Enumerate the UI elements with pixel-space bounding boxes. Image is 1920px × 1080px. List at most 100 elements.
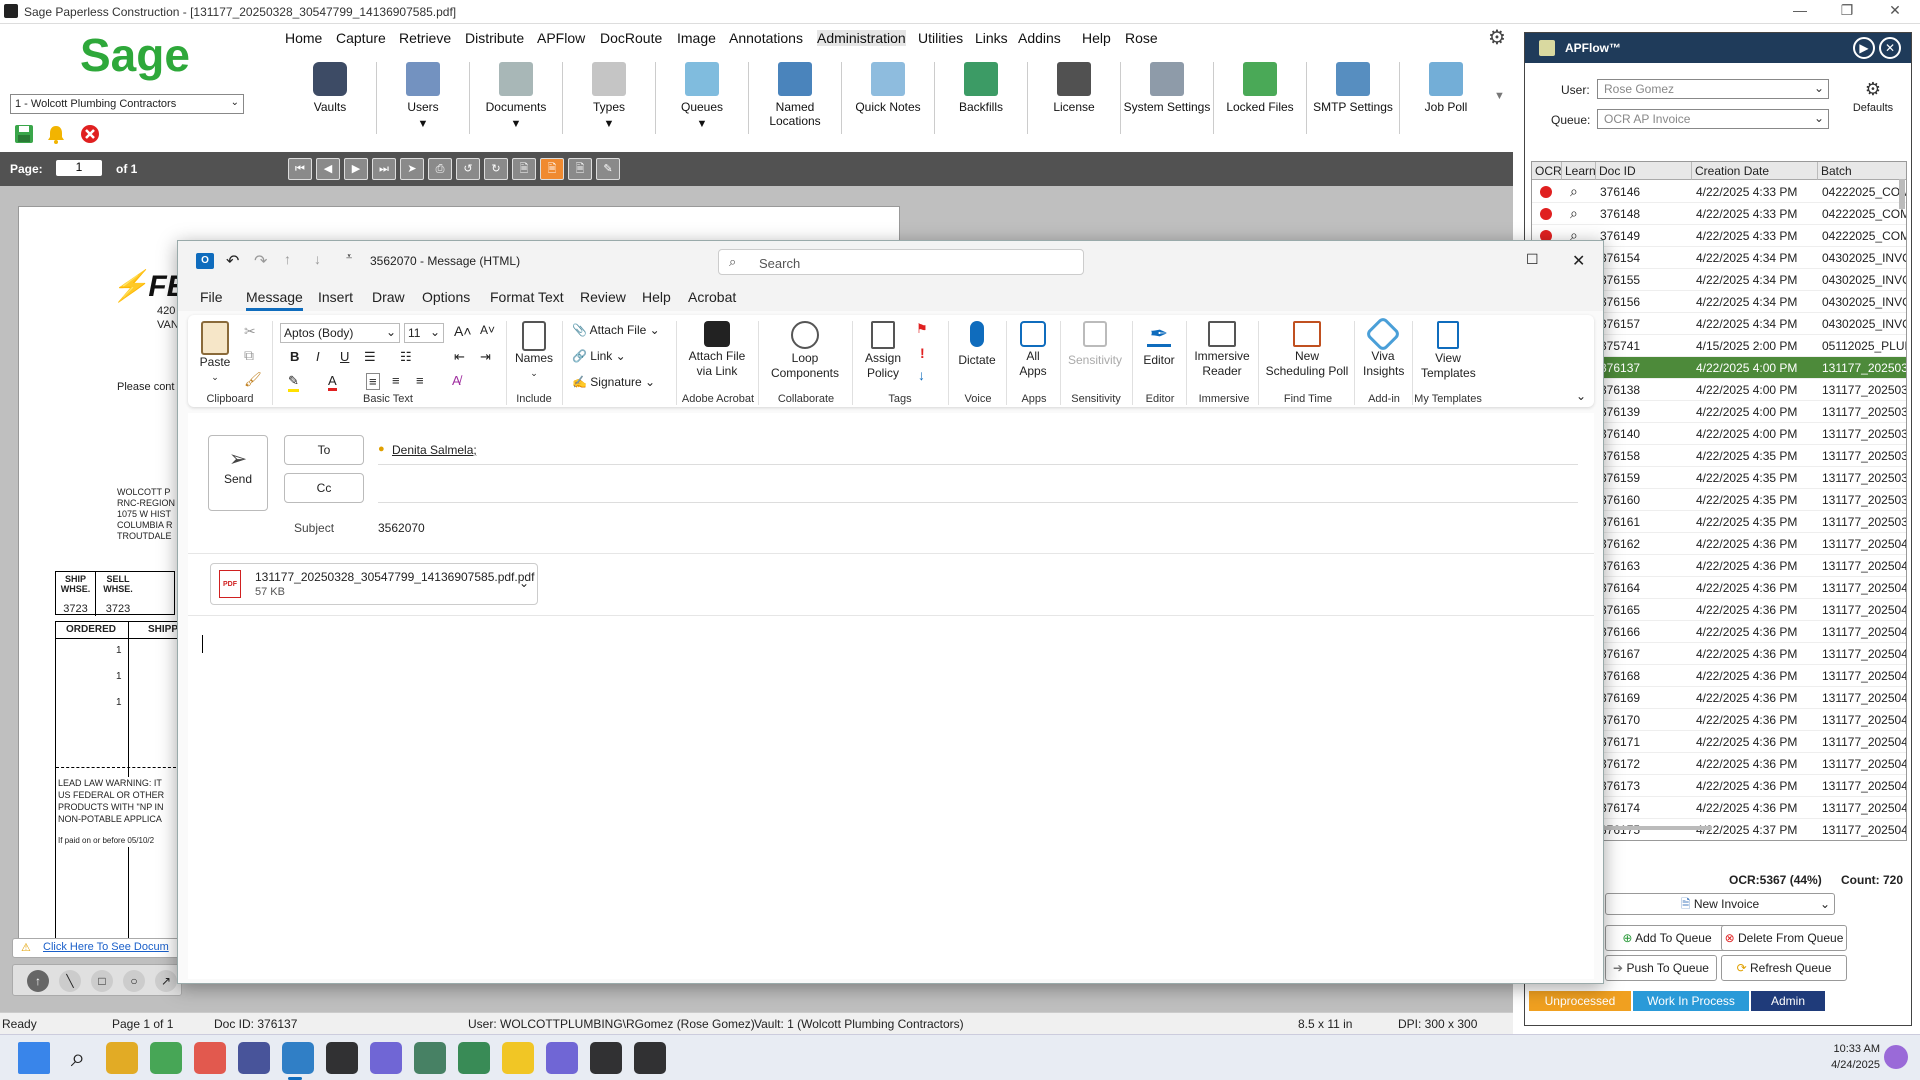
horizontal-scrollbar[interactable] xyxy=(1592,826,1712,830)
paste-button[interactable]: Paste ⌄ xyxy=(194,321,236,385)
menu-administration[interactable]: Administration xyxy=(817,30,906,46)
acrobat-icon[interactable] xyxy=(634,1042,666,1074)
menu-help[interactable]: Help xyxy=(1082,30,1111,46)
all-apps-button[interactable]: All Apps xyxy=(1010,321,1056,379)
subject-field[interactable]: 3562070 xyxy=(378,515,1578,543)
menu-rose[interactable]: Rose xyxy=(1125,30,1158,46)
app-icon[interactable] xyxy=(590,1042,622,1074)
editor-button[interactable]: ✒ Editor xyxy=(1136,321,1182,368)
toolbar-system-settings[interactable]: System Settings xyxy=(1122,62,1212,114)
send-icon[interactable]: ➤ xyxy=(400,158,424,180)
minimize-button[interactable]: — xyxy=(1785,2,1815,18)
low-importance-icon[interactable]: ↓ xyxy=(918,367,925,383)
bold-icon[interactable]: B xyxy=(290,349,299,364)
numbering-icon[interactable]: ☷ xyxy=(400,349,412,365)
rotate-right-icon[interactable]: ↻ xyxy=(484,158,508,180)
defaults-button[interactable]: ⚙ Defaults xyxy=(1843,79,1903,114)
search-icon[interactable]: ⌕ xyxy=(62,1042,94,1074)
menu-apflow[interactable]: APFlow xyxy=(537,30,585,46)
delete-from-queue-button[interactable]: ⊗ Delete From Queue xyxy=(1721,925,1847,951)
tab-draw[interactable]: Draw xyxy=(372,289,405,305)
app-icon[interactable] xyxy=(150,1042,182,1074)
arrow-tool-icon[interactable]: ↗ xyxy=(155,970,177,992)
signature-button[interactable]: ✍ Signature ⌄ xyxy=(572,375,655,389)
align-right-icon[interactable]: ≡ xyxy=(416,373,424,388)
cancel-icon[interactable] xyxy=(80,124,100,144)
flag-icon[interactable]: ⚑ xyxy=(916,321,928,337)
page-orange-icon[interactable]: 🗎 xyxy=(540,158,564,180)
restore-window-icon[interactable]: ☐ xyxy=(1526,251,1539,268)
clock[interactable]: 10:33 AM 4/24/2025 xyxy=(1796,1041,1880,1073)
tab-review[interactable]: Review xyxy=(580,289,626,305)
tab-file[interactable]: File xyxy=(200,289,223,305)
grow-font-icon[interactable]: A˄ xyxy=(454,323,472,339)
attachment-chip[interactable]: PDF 131177_20250328_30547799_14136907585… xyxy=(210,563,538,605)
app-icon[interactable] xyxy=(238,1042,270,1074)
toolbar-smtp-settings[interactable]: SMTP Settings xyxy=(1308,62,1398,114)
toolbar-job-poll[interactable]: Job Poll xyxy=(1401,62,1491,114)
refresh-queue-button[interactable]: ⟳ Refresh Queue xyxy=(1721,955,1847,981)
grid-scrollbar[interactable] xyxy=(1899,179,1905,209)
align-center-icon[interactable]: ≡ xyxy=(392,373,400,388)
tab-message[interactable]: Message xyxy=(246,289,303,311)
table-row[interactable]: ⌕ 376146 4/22/2025 4:33 PM 04222025_COMCAS xyxy=(1532,181,1906,203)
attach-file-button[interactable]: 📎 Attach File ⌄ xyxy=(572,323,660,337)
to-recipient[interactable]: Denita Salmela; xyxy=(392,443,477,457)
loop-components-button[interactable]: Loop Components xyxy=(764,321,846,381)
dropdown-arrow-icon[interactable]: ▼ xyxy=(471,118,561,130)
new-invoice-select[interactable]: 🗎 New Invoice ⌄ xyxy=(1605,893,1835,915)
cc-button[interactable]: Cc xyxy=(284,473,364,503)
save-icon[interactable] xyxy=(14,124,34,144)
view-templates-button[interactable]: View Templates xyxy=(1416,321,1480,381)
down-arrow-icon[interactable]: ↓ xyxy=(314,251,321,267)
excel-icon[interactable] xyxy=(458,1042,490,1074)
close-icon[interactable]: ✕ xyxy=(1572,251,1585,271)
company-select[interactable]: 1 - Wolcott Plumbing Contractors ⌄ xyxy=(10,94,244,114)
toolbar-documents[interactable]: Documents ▼ xyxy=(471,62,561,130)
magnifier-icon[interactable]: ⌕ xyxy=(1570,202,1578,224)
tab-options[interactable]: Options xyxy=(422,289,470,305)
toolbar-locked-files[interactable]: Locked Files xyxy=(1215,62,1305,114)
file-explorer-icon[interactable] xyxy=(502,1042,534,1074)
cc-field[interactable] xyxy=(378,473,1578,503)
menu-image[interactable]: Image xyxy=(677,30,716,46)
bullets-icon[interactable]: ☰ xyxy=(364,349,376,365)
menu-docroute[interactable]: DocRoute xyxy=(600,30,662,46)
menu-distribute[interactable]: Distribute xyxy=(465,30,524,46)
tab-help[interactable]: Help xyxy=(642,289,671,305)
up-arrow-icon[interactable]: ↑ xyxy=(284,251,291,267)
toolbar-overflow-icon[interactable]: ▼ xyxy=(1494,90,1505,102)
first-page-icon[interactable]: ⏮ xyxy=(288,158,312,180)
table-row[interactable]: ⌕ 376148 4/22/2025 4:33 PM 04222025_COMCAS xyxy=(1532,202,1906,225)
format-painter-icon[interactable]: 🖌 xyxy=(244,371,262,388)
push-to-queue-button[interactable]: ➔ Push To Queue xyxy=(1605,955,1717,981)
chrome-icon[interactable] xyxy=(194,1042,226,1074)
ribbon-expand-icon[interactable]: ⌄ xyxy=(1576,389,1586,403)
italic-icon[interactable]: I xyxy=(316,349,320,364)
dropdown-arrow-icon[interactable]: ▼ xyxy=(657,118,747,130)
to-button[interactable]: To xyxy=(284,435,364,465)
bell-icon[interactable] xyxy=(46,124,66,144)
app-icon[interactable] xyxy=(326,1042,358,1074)
column-header-ocr[interactable]: OCR xyxy=(1532,162,1562,180)
teams-icon[interactable] xyxy=(370,1042,402,1074)
prev-page-icon[interactable]: ◀ xyxy=(316,158,340,180)
close-window-button[interactable]: ✕ xyxy=(1880,2,1910,19)
page-number-input[interactable]: 1 xyxy=(56,160,102,176)
message-body[interactable] xyxy=(188,617,1594,977)
send-button[interactable]: ➢ Send xyxy=(208,435,268,511)
toolbar-users[interactable]: Users ▼ xyxy=(378,62,468,130)
menu-addins[interactable]: Addins xyxy=(1018,30,1061,46)
outlook-icon[interactable] xyxy=(282,1042,314,1074)
print-icon[interactable]: ⎙ xyxy=(428,158,452,180)
app-icon[interactable] xyxy=(546,1042,578,1074)
copilot-icon[interactable] xyxy=(1884,1045,1908,1069)
link-button[interactable]: 🔗 Link ⌄ xyxy=(572,349,626,363)
search-input[interactable]: ⌕ Search xyxy=(718,249,1084,275)
tab-acrobat[interactable]: Acrobat xyxy=(688,289,736,305)
copy-icon[interactable]: ⧉ xyxy=(244,347,254,364)
toolbar-vaults[interactable]: Vaults xyxy=(285,62,375,114)
toolbar-quick-notes[interactable]: Quick Notes xyxy=(843,62,933,114)
restore-button[interactable]: ❐ xyxy=(1832,2,1862,19)
settings-gear-icon[interactable]: ⚙ xyxy=(1488,25,1506,50)
